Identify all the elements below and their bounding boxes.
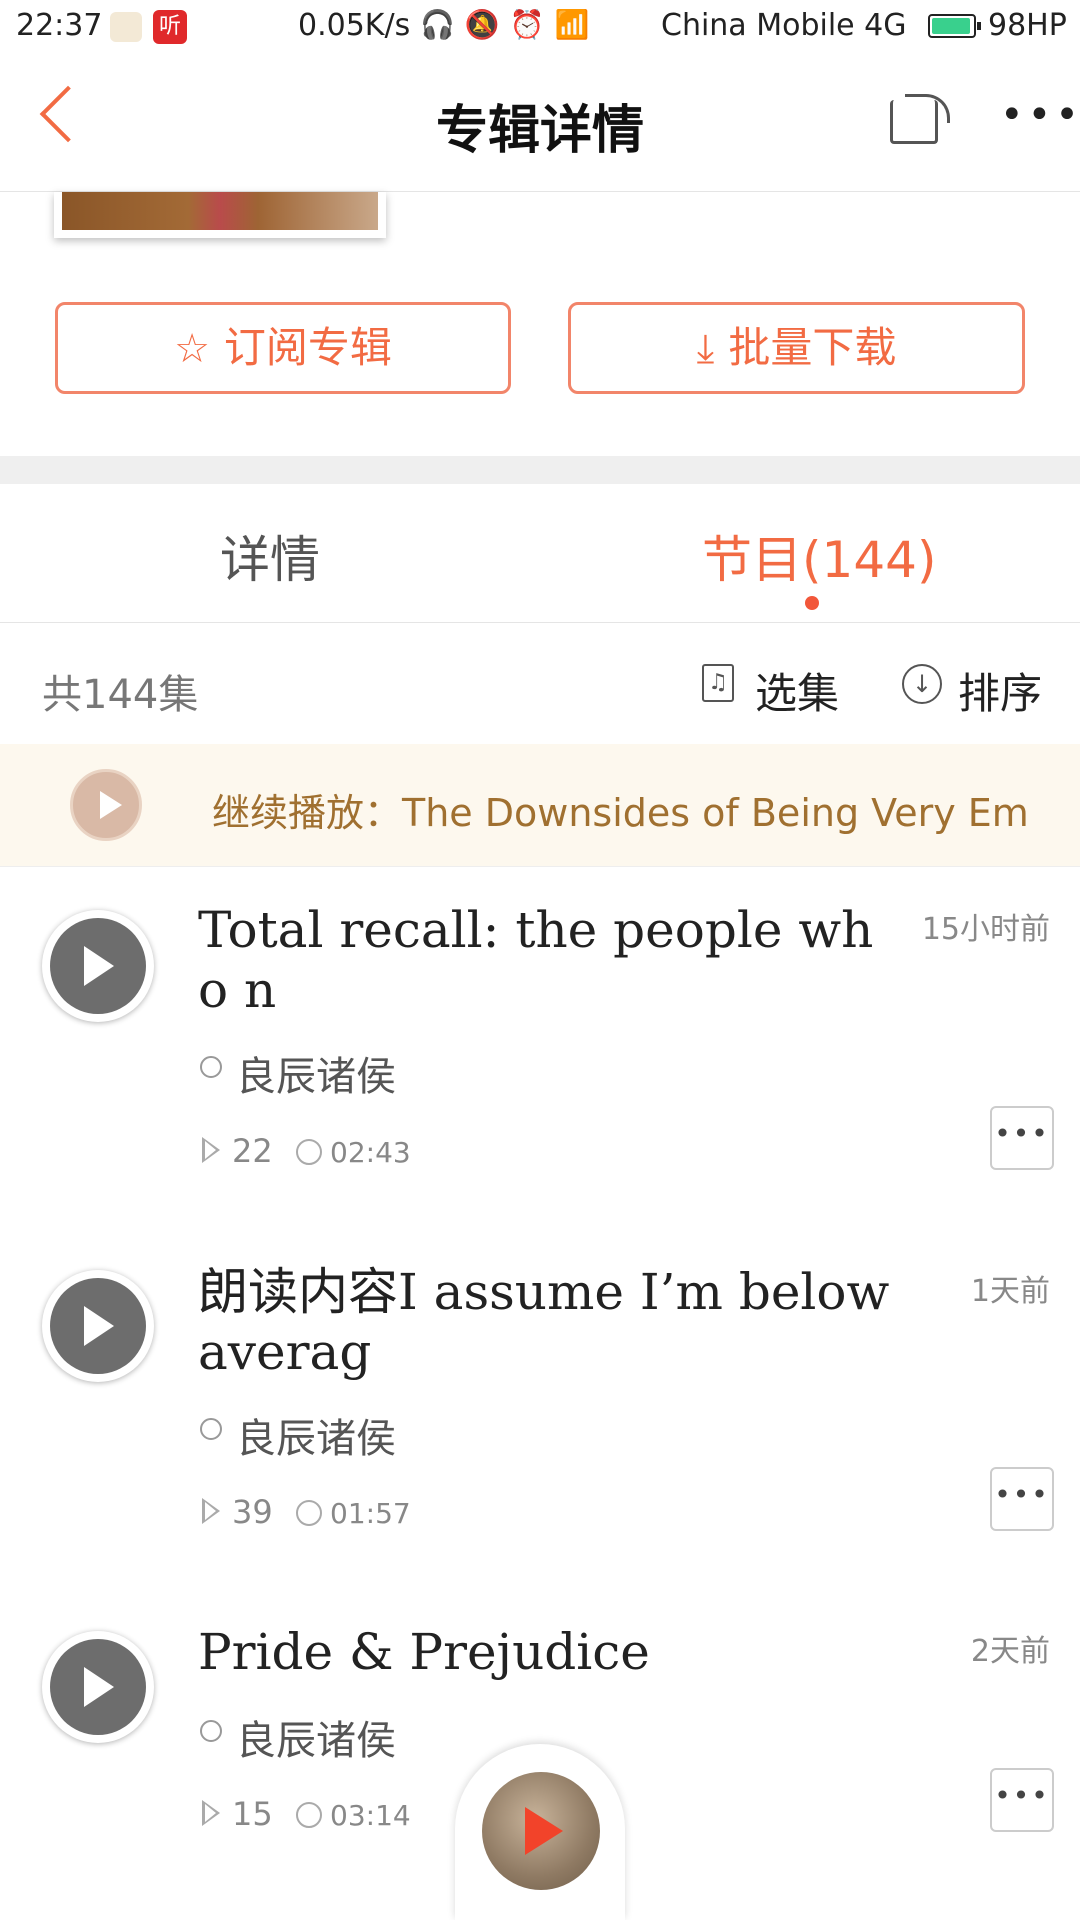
episode-title[interactable]: Pride & Prejudice xyxy=(198,1622,898,1682)
episode-count: 共144集 xyxy=(42,672,199,718)
download-icon: ⤓ xyxy=(696,326,715,372)
carrier-label: China Mobile 4G xyxy=(661,8,907,43)
tab-programs[interactable]: 节目(144) xyxy=(702,520,936,592)
batch-download-label: 批量下载 xyxy=(728,323,897,372)
section-gap xyxy=(0,456,1080,484)
sort-icon[interactable]: ↓ xyxy=(902,664,942,704)
app-badge-icon: 听 xyxy=(153,10,187,44)
episode-author: 良辰诸侯 xyxy=(236,1054,396,1100)
episode-author: 良辰诸侯 xyxy=(236,1718,396,1764)
episode-title[interactable]: Total recall: the people who n xyxy=(198,900,898,1020)
episode-time: 2天前 xyxy=(970,1634,1050,1669)
clock-icon xyxy=(296,1500,322,1526)
episode-more-button[interactable]: ••• xyxy=(990,1467,1054,1531)
user-icon xyxy=(200,1056,222,1078)
play-count: 15 xyxy=(232,1795,273,1833)
sort-button[interactable]: 排序 xyxy=(958,660,1042,721)
tab-divider xyxy=(0,622,1080,623)
user-icon xyxy=(200,1418,222,1440)
status-time: 22:37 xyxy=(16,8,103,43)
play-count: 22 xyxy=(232,1132,273,1170)
playlist-icon[interactable]: ♫ xyxy=(702,664,734,702)
subscribe-label: 订阅专辑 xyxy=(223,323,392,372)
album-cover-image xyxy=(62,192,378,230)
status-icons: 🎧🔕⏰📶 xyxy=(420,8,600,41)
play-button[interactable] xyxy=(42,910,154,1022)
episode-time: 15小时前 xyxy=(921,912,1050,947)
battery-level: 98HP xyxy=(988,8,1067,43)
episode-author: 良辰诸侯 xyxy=(236,1416,396,1462)
batch-download-button[interactable]: ⤓ 批量下载 xyxy=(568,302,1025,394)
continue-play-icon[interactable] xyxy=(70,769,142,841)
play-count-icon xyxy=(202,1137,220,1163)
status-bar: 22:37 听 0.05K/s 🎧🔕⏰📶 China Mobile 4G 98H… xyxy=(0,0,1080,56)
play-count: 39 xyxy=(232,1493,273,1531)
episode-more-button[interactable]: ••• xyxy=(990,1768,1054,1832)
notification-icon xyxy=(110,12,142,42)
select-episodes-button[interactable]: 选集 xyxy=(755,660,839,721)
play-count-icon xyxy=(202,1800,220,1826)
more-icon[interactable]: ••• xyxy=(1000,95,1080,135)
clock-icon xyxy=(296,1139,322,1165)
tab-details[interactable]: 详情 xyxy=(220,520,320,592)
play-count-icon xyxy=(202,1498,220,1524)
play-button[interactable] xyxy=(42,1631,154,1743)
duration: 03:14 xyxy=(330,1799,411,1832)
episode-time: 1天前 xyxy=(970,1274,1050,1309)
star-icon: ☆ xyxy=(174,326,210,372)
active-tab-indicator xyxy=(805,596,819,610)
continue-playing-text[interactable]: 继续播放：The Downsides of Being Very Em xyxy=(212,782,1029,837)
duration: 01:57 xyxy=(330,1497,411,1530)
network-speed: 0.05K/s xyxy=(298,8,411,43)
play-icon[interactable] xyxy=(525,1807,563,1855)
battery-icon xyxy=(928,14,981,38)
duration: 02:43 xyxy=(330,1136,411,1169)
play-button[interactable] xyxy=(42,1270,154,1382)
episode-title[interactable]: 朗读内容I assume I’m below averag xyxy=(198,1262,898,1382)
clock-icon xyxy=(296,1802,322,1828)
episode-more-button[interactable]: ••• xyxy=(990,1106,1054,1170)
subscribe-button[interactable]: ☆ 订阅专辑 xyxy=(55,302,511,394)
user-icon xyxy=(200,1720,222,1742)
album-cover[interactable] xyxy=(54,192,386,238)
